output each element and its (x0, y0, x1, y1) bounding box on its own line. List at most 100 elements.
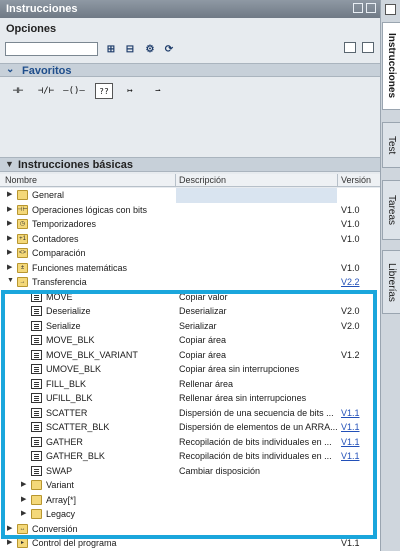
row-description: Dispersión de elementos de un ARRA... (179, 422, 337, 432)
instruction-block-icon (31, 465, 42, 476)
row-name: General (32, 190, 65, 200)
instruction-row[interactable]: SCATTER_BLK Dispersión de elementos de un… (0, 420, 380, 435)
description-cell (176, 478, 337, 493)
instruction-block-icon (31, 451, 42, 461)
search-input[interactable] (5, 42, 98, 56)
column-name[interactable]: Nombre (5, 175, 37, 185)
expand-arrow-icon[interactable]: ▶ (21, 509, 26, 517)
column-description[interactable]: Descripción (179, 175, 226, 185)
instruction-block-icon (31, 349, 42, 360)
instruction-row[interactable]: UMOVE_BLK Copiar área sin interrupciones (0, 362, 380, 377)
folder-row[interactable]: ▶ ↔ Conversión (0, 522, 380, 537)
expand-arrow-icon[interactable]: ▶ (7, 219, 12, 227)
row-name: Contadores (32, 233, 79, 244)
column-divider[interactable] (175, 174, 176, 187)
expand-arrow-icon[interactable]: ▶ (7, 248, 12, 256)
row-description: Serializar (179, 320, 217, 331)
instruction-block-icon (31, 364, 42, 374)
version-link[interactable]: V1.1 (341, 408, 360, 418)
open-branch-icon[interactable]: ↦ (118, 80, 142, 102)
folder-icon: → (17, 277, 28, 287)
view-details-icon[interactable] (362, 42, 374, 53)
row-version: V1.2 (341, 349, 360, 360)
instruction-row[interactable]: SWAP Cambiar disposición (0, 464, 380, 479)
refresh-icon[interactable]: ⟳ (162, 42, 176, 56)
expand-arrow-icon[interactable]: ▶ (7, 234, 12, 242)
folder-row[interactable]: ▶ General (0, 188, 380, 203)
basic-instructions-header[interactable]: ▼ Instrucciones básicas (0, 157, 380, 172)
folder-row[interactable]: ▶ ⊣⊢ Operaciones lógicas con bits V1.0 (0, 203, 380, 218)
normally-closed-contact-icon[interactable]: ⊣/⊢ (34, 80, 58, 102)
view-list-icon[interactable] (344, 42, 356, 53)
column-header: Nombre Descripción Versión (0, 174, 380, 187)
expand-arrow-icon[interactable]: ▶ (7, 524, 12, 532)
row-name: Transferencia (32, 277, 87, 287)
expand-arrow-icon[interactable]: ▶ (7, 538, 12, 546)
dock-icon[interactable] (385, 4, 396, 15)
float-window-icon[interactable] (353, 3, 363, 13)
row-name: MOVE_BLK (46, 335, 95, 345)
close-branch-icon[interactable]: ⇀ (146, 80, 170, 102)
instruction-row[interactable]: MOVE Copiar valor (0, 290, 380, 305)
tab-instrucciones[interactable]: Instrucciones (382, 22, 400, 110)
tab-librerias[interactable]: Librerías (382, 250, 400, 314)
column-divider[interactable] (337, 174, 338, 187)
folder-row[interactable]: ▶ +1 Contadores V1.0 (0, 232, 380, 247)
favorites-header[interactable]: ⌄ Favoritos (0, 63, 380, 77)
expand-arrow-icon[interactable]: ▶ (7, 263, 12, 271)
description-cell (176, 261, 337, 276)
folder-row[interactable]: ▶ Variant (0, 478, 380, 493)
row-name: Deserialize (46, 306, 91, 316)
instruction-block-icon (31, 291, 42, 302)
normally-open-contact-icon[interactable]: ⊣⊢ (6, 80, 30, 102)
instruction-block-icon (31, 306, 42, 316)
tab-test[interactable]: Test (382, 122, 400, 168)
version-link[interactable]: V1.1 (341, 422, 360, 432)
tab-tareas[interactable]: Tareas (382, 180, 400, 240)
folder-row[interactable]: ▶ ◷ Temporizadores V1.0 (0, 217, 380, 232)
folder-row[interactable]: ▶ ▸ Control del programa V1.1 (0, 536, 380, 551)
folder-row[interactable]: ▼ → Transferencia V2.2 (0, 275, 380, 290)
instruction-row[interactable]: GATHER_BLK Recopilación de bits individua… (0, 449, 380, 464)
row-version: V1.0 (341, 262, 360, 273)
row-description: Cambiar disposición (179, 465, 261, 476)
folder-row[interactable]: ▶ ± Funciones matemáticas V1.0 (0, 261, 380, 276)
folder-row[interactable]: ▶ <> Comparación (0, 246, 380, 261)
task-card-tabs: Instrucciones Test Tareas Librerías (380, 0, 400, 551)
collapse-all-icon[interactable]: ⊟ (123, 42, 137, 56)
instructions-tree: ▶ General ▶ ⊣⊢ Operaciones lógicas con bits V… (0, 188, 380, 551)
instruction-row[interactable]: MOVE_BLK Copiar área (0, 333, 380, 348)
row-name: GATHER_BLK (46, 451, 105, 461)
options-icon[interactable]: ⚙ (143, 42, 157, 56)
column-version[interactable]: Versión (341, 175, 371, 185)
folder-icon: ⊣⊢ (17, 204, 28, 215)
version-link[interactable]: V2.2 (341, 277, 360, 287)
instruction-block-icon (31, 422, 42, 432)
instruction-row[interactable]: Deserialize Deserializar V2.0 (0, 304, 380, 319)
expand-arrow-icon[interactable]: ▶ (7, 190, 12, 198)
row-name: Conversión (32, 523, 78, 534)
expand-arrow-icon[interactable]: ▶ (21, 495, 26, 503)
coil-icon[interactable]: –()– (62, 80, 86, 102)
expand-arrow-icon[interactable]: ▶ (7, 205, 12, 213)
minimize-window-icon[interactable] (366, 3, 376, 13)
collapse-arrow-icon[interactable]: ▼ (7, 277, 14, 284)
instruction-row[interactable]: UFILL_BLK Rellenar área sin interrupcione… (0, 391, 380, 406)
instruction-row[interactable]: SCATTER Dispersión de una secuencia de bi… (0, 406, 380, 421)
expand-all-icon[interactable]: ⊞ (104, 42, 118, 56)
version-link[interactable]: V1.1 (341, 451, 360, 461)
instruction-row[interactable]: FILL_BLK Rellenar área (0, 377, 380, 392)
row-version: V1.0 (341, 219, 360, 229)
folder-icon: ▸ (17, 538, 28, 548)
description-cell (176, 232, 337, 247)
row-name: Temporizadores (32, 219, 97, 229)
empty-box-icon[interactable]: ?? (95, 83, 113, 99)
instruction-row[interactable]: MOVE_BLK_VARIANT Copiar área V1.2 (0, 348, 380, 363)
expand-arrow-icon[interactable]: ▶ (21, 480, 26, 488)
instruction-row[interactable]: Serialize Serializar V2.0 (0, 319, 380, 334)
instruction-block-icon (31, 436, 42, 447)
folder-row[interactable]: ▶ Array[*] (0, 493, 380, 508)
folder-row[interactable]: ▶ Legacy (0, 507, 380, 522)
version-link[interactable]: V1.1 (341, 437, 360, 447)
instruction-row[interactable]: GATHER Recopilación de bits individuales … (0, 435, 380, 450)
